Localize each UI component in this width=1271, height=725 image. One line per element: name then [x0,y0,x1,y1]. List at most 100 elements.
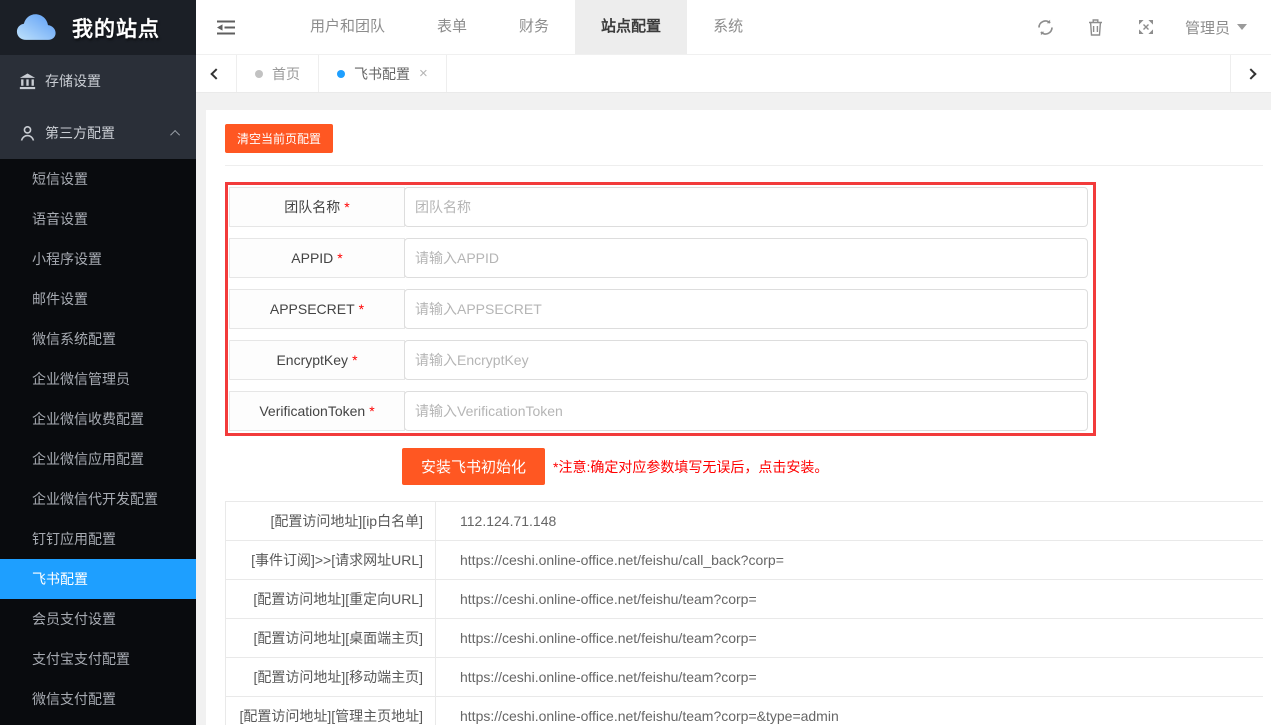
table-row: [配置访问地址][移动端主页] https://ceshi.online-off… [226,658,1263,697]
divider [225,165,1263,166]
tab-home[interactable]: 首页 [237,55,319,92]
sidebar-item-label: 第三方配置 [45,123,173,143]
info-label: [配置访问地址][桌面端主页] [226,619,436,657]
config-info-table: [配置访问地址][ip白名单] 112.124.71.148 [事件订阅]>>[… [225,501,1263,725]
info-value: https://ceshi.online-office.net/feishu/t… [436,619,1263,657]
sidebar: 我的站点 存储设置 第三方配置 短信设置 语音设置 小程序设置 邮件设置 微信 [0,0,196,725]
info-value: https://ceshi.online-office.net/feishu/t… [436,580,1263,618]
team-name-input[interactable] [404,187,1088,227]
form-row-encryptkey: EncryptKey* [229,340,1088,380]
info-label: [配置访问地址][管理主页地址] [226,697,436,725]
sidebar-item-member-payment[interactable]: 会员支付设置 [0,599,196,639]
chevron-left-icon [210,68,221,79]
refresh-icon [1037,19,1054,36]
required-asterisk: * [337,250,342,266]
info-value: https://ceshi.online-office.net/feishu/t… [436,697,1263,725]
table-row: [配置访问地址][重定向URL] https://ceshi.online-of… [226,580,1263,619]
clear-config-button[interactable]: 清空当前页配置 [225,124,333,153]
sidebar-item-email[interactable]: 邮件设置 [0,279,196,319]
user-menu[interactable]: 管理员 [1171,17,1271,38]
tab-scroll-right-button[interactable] [1230,55,1271,92]
sidebar-item-wecom-app[interactable]: 企业微信应用配置 [0,439,196,479]
collapse-menu-icon [217,20,235,35]
refresh-button[interactable] [1021,19,1071,36]
collapse-sidebar-button[interactable] [196,0,256,54]
content-card: 清空当前页配置 团队名称* APPID* APPSECRET* [206,110,1271,725]
tab-label: 飞书配置 [354,64,410,84]
sidebar-submenu: 短信设置 语音设置 小程序设置 邮件设置 微信系统配置 企业微信管理员 企业微信… [0,159,196,725]
trash-icon [1088,19,1103,36]
form-row-verificationtoken: VerificationToken* [229,391,1088,431]
fullscreen-icon [1138,19,1154,35]
required-asterisk: * [369,403,374,419]
sidebar-item-alipay[interactable]: 支付宝支付配置 [0,639,196,679]
site-title: 我的站点 [72,13,160,43]
sidebar-item-feishu-config[interactable]: 飞书配置 [0,559,196,599]
info-label: [配置访问地址][重定向URL] [226,580,436,618]
sidebar-item-sms[interactable]: 短信设置 [0,159,196,199]
tab-status-dot [255,70,263,78]
table-row: [配置访问地址][桌面端主页] https://ceshi.online-off… [226,619,1263,658]
install-section: 安装飞书初始化 *注意:确定对应参数填写无误后，点击安装。 [402,448,1263,485]
field-label: APPSECRET* [229,289,405,329]
sidebar-item-dingtalk-app[interactable]: 钉钉应用配置 [0,519,196,559]
page-background: 清空当前页配置 团队名称* APPID* APPSECRET* [196,93,1271,725]
form-row-appid: APPID* [229,238,1088,278]
nav-users-teams[interactable]: 用户和团队 [284,0,411,54]
tab-scroll-left-button[interactable] [196,55,237,92]
tab-label: 首页 [272,64,300,84]
info-label: [配置访问地址][移动端主页] [226,658,436,696]
sidebar-item-miniprogram[interactable]: 小程序设置 [0,239,196,279]
logo: 我的站点 [0,0,196,55]
table-row: [配置访问地址][ip白名单] 112.124.71.148 [226,502,1263,541]
bank-icon [19,73,36,90]
form-row-team-name: 团队名称* [229,187,1088,227]
install-feishu-button[interactable]: 安装飞书初始化 [402,448,545,485]
install-note: *注意:确定对应参数填写无误后，点击安装。 [553,457,828,477]
header-actions: 管理员 [1021,0,1271,54]
top-header: 用户和团队 表单 财务 站点配置 系统 [196,0,1271,55]
user-icon [19,125,36,142]
sidebar-item-wecom-billing[interactable]: 企业微信收费配置 [0,399,196,439]
nav-site-config[interactable]: 站点配置 [575,0,687,54]
table-row: [配置访问地址][管理主页地址] https://ceshi.online-of… [226,697,1263,725]
sidebar-item-storage-settings[interactable]: 存储设置 [0,55,196,107]
info-label: [事件订阅]>>[请求网址URL] [226,541,436,579]
verificationtoken-input[interactable] [404,391,1088,431]
info-value: https://ceshi.online-office.net/feishu/c… [436,541,1263,579]
main-area: 用户和团队 表单 财务 站点配置 系统 [196,0,1271,725]
cloud-logo-icon [16,13,60,43]
required-asterisk: * [359,301,364,317]
close-icon[interactable]: × [419,65,428,82]
nav-finance[interactable]: 财务 [493,0,575,54]
chevron-right-icon [1245,68,1256,79]
tab-bar: 首页 飞书配置 × [196,55,1271,93]
sidebar-item-wecom-dev[interactable]: 企业微信代开发配置 [0,479,196,519]
encryptkey-input[interactable] [404,340,1088,380]
sidebar-item-wechat-pay[interactable]: 微信支付配置 [0,679,196,719]
field-label: VerificationToken* [229,391,405,431]
nav-system[interactable]: 系统 [687,0,769,54]
field-label: APPID* [229,238,405,278]
username: 管理员 [1185,17,1230,38]
appsecret-input[interactable] [404,289,1088,329]
sidebar-item-voice[interactable]: 语音设置 [0,199,196,239]
sidebar-item-label: 存储设置 [45,71,180,91]
nav-forms[interactable]: 表单 [411,0,493,54]
required-asterisk: * [352,352,357,368]
sidebar-parent-menu: 存储设置 第三方配置 [0,55,196,159]
top-navigation: 用户和团队 表单 财务 站点配置 系统 [284,0,769,54]
clear-cache-button[interactable] [1071,19,1121,36]
info-value: https://ceshi.online-office.net/feishu/t… [436,658,1263,696]
fullscreen-button[interactable] [1121,19,1171,35]
feishu-config-form: 团队名称* APPID* APPSECRET* EncryptKey* [225,182,1096,436]
sidebar-item-wechat-system[interactable]: 微信系统配置 [0,319,196,359]
required-asterisk: * [344,199,349,215]
tab-status-dot [337,70,345,78]
sidebar-item-third-party-config[interactable]: 第三方配置 [0,107,196,159]
field-label: EncryptKey* [229,340,405,380]
appid-input[interactable] [404,238,1088,278]
info-label: [配置访问地址][ip白名单] [226,502,436,540]
tab-feishu-config[interactable]: 飞书配置 × [319,55,447,92]
sidebar-item-wecom-admin[interactable]: 企业微信管理员 [0,359,196,399]
